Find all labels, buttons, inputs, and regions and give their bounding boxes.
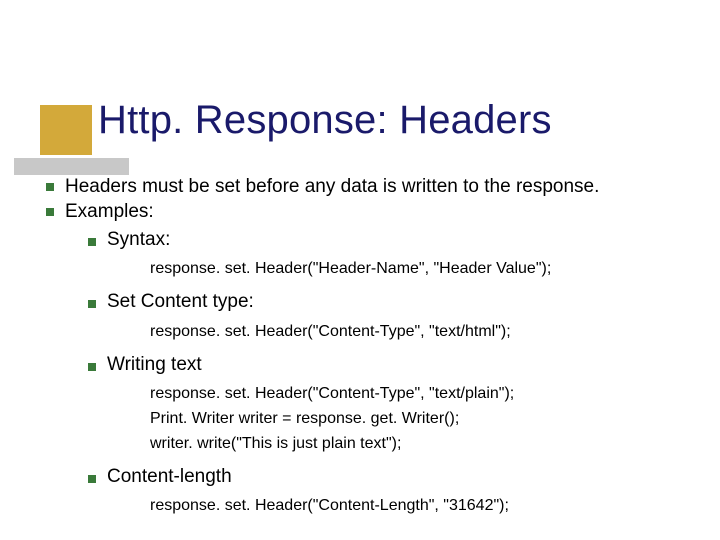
square-bullet-icon bbox=[46, 208, 54, 216]
bullet-text: Syntax: bbox=[107, 228, 170, 252]
bullet-text: Content-length bbox=[107, 465, 232, 489]
bullet-list-level2: Syntax: response. set. Header("Header-Na… bbox=[88, 228, 700, 520]
code-block: response. set. Header("Content-Type", "t… bbox=[150, 382, 700, 456]
bullet-list-level1: Headers must be set before any data is w… bbox=[46, 175, 700, 519]
square-bullet-icon bbox=[46, 183, 54, 191]
list-item: Examples: Syntax: response. set. Header(… bbox=[46, 200, 700, 520]
bullet-text: Headers must be set before any data is w… bbox=[65, 175, 599, 199]
bullet-text: Writing text bbox=[107, 353, 202, 377]
page-title: Http. Response: Headers bbox=[98, 98, 552, 143]
code-line: response. set. Header("Content-Type", "t… bbox=[150, 382, 700, 407]
list-item: Headers must be set before any data is w… bbox=[46, 175, 700, 199]
gray-accent-bar bbox=[14, 158, 129, 175]
code-line: response. set. Header("Content-Length", … bbox=[150, 494, 700, 519]
gold-accent-box bbox=[40, 105, 92, 155]
square-bullet-icon bbox=[88, 475, 96, 483]
slide: Http. Response: Headers Headers must be … bbox=[0, 0, 720, 540]
bullet-text: Examples: bbox=[65, 200, 154, 224]
square-bullet-icon bbox=[88, 300, 96, 308]
code-line: response. set. Header("Header-Name", "He… bbox=[150, 257, 700, 282]
square-bullet-icon bbox=[88, 363, 96, 371]
list-item: Content-length response. set. Header("Co… bbox=[88, 465, 700, 520]
code-line: Print. Writer writer = response. get. Wr… bbox=[150, 407, 700, 432]
list-item: Syntax: response. set. Header("Header-Na… bbox=[88, 228, 700, 283]
code-line: writer. write("This is just plain text")… bbox=[150, 432, 700, 457]
code-line: response. set. Header("Content-Type", "t… bbox=[150, 320, 700, 345]
content-area: Headers must be set before any data is w… bbox=[46, 175, 700, 527]
list-item: Set Content type: response. set. Header(… bbox=[88, 290, 700, 345]
square-bullet-icon bbox=[88, 238, 96, 246]
list-item: Writing text response. set. Header("Cont… bbox=[88, 353, 700, 457]
bullet-text: Set Content type: bbox=[107, 290, 254, 314]
